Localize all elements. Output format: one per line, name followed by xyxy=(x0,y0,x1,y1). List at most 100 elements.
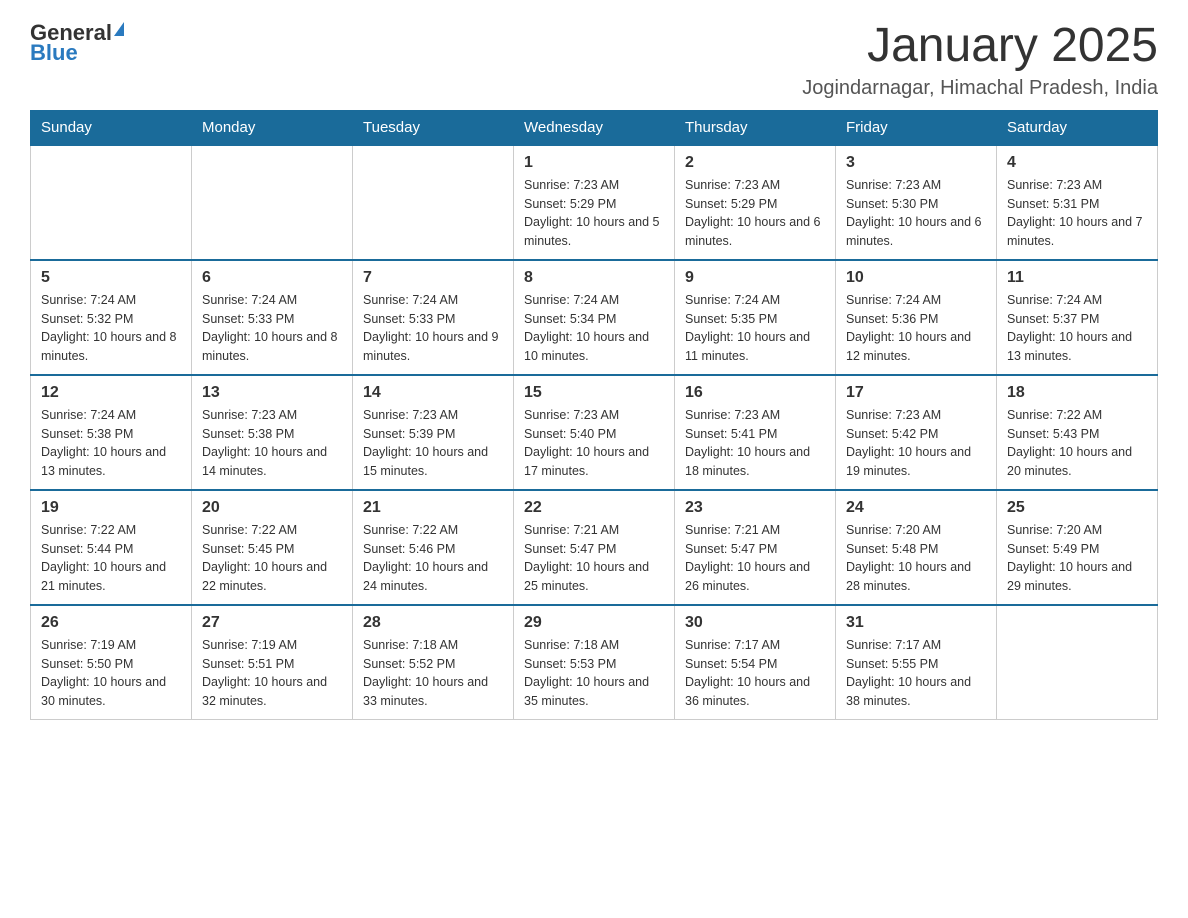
calendar-cell: 3 Sunrise: 7:23 AMSunset: 5:30 PMDaylight… xyxy=(836,145,997,260)
calendar-cell: 19 Sunrise: 7:22 AMSunset: 5:44 PMDayligh… xyxy=(31,490,192,605)
day-info: Sunrise: 7:23 AMSunset: 5:38 PMDaylight:… xyxy=(202,406,342,481)
day-info: Sunrise: 7:23 AMSunset: 5:39 PMDaylight:… xyxy=(363,406,503,481)
day-number: 20 xyxy=(202,499,342,517)
calendar-header-row: SundayMondayTuesdayWednesdayThursdayFrid… xyxy=(31,110,1158,145)
day-info: Sunrise: 7:24 AMSunset: 5:33 PMDaylight:… xyxy=(202,291,342,366)
calendar-header-wednesday: Wednesday xyxy=(514,110,675,145)
day-info: Sunrise: 7:23 AMSunset: 5:31 PMDaylight:… xyxy=(1007,176,1147,251)
calendar-cell: 20 Sunrise: 7:22 AMSunset: 5:45 PMDayligh… xyxy=(192,490,353,605)
calendar-cell: 9Sunrise: 7:24 AMSunset: 5:35 PMDaylight… xyxy=(675,260,836,375)
calendar-cell xyxy=(353,145,514,260)
calendar-cell: 30Sunrise: 7:17 AMSunset: 5:54 PMDayligh… xyxy=(675,605,836,720)
day-number: 13 xyxy=(202,384,342,402)
calendar-cell: 6Sunrise: 7:24 AMSunset: 5:33 PMDaylight… xyxy=(192,260,353,375)
page-header: General Blue January 2025 Jogindarnagar,… xyxy=(30,20,1158,100)
day-number: 14 xyxy=(363,384,503,402)
day-info: Sunrise: 7:24 AMSunset: 5:37 PMDaylight:… xyxy=(1007,291,1147,366)
calendar-cell: 11Sunrise: 7:24 AMSunset: 5:37 PMDayligh… xyxy=(997,260,1158,375)
calendar-cell: 10 Sunrise: 7:24 AMSunset: 5:36 PMDayligh… xyxy=(836,260,997,375)
month-title: January 2025 xyxy=(802,20,1158,73)
day-number: 15 xyxy=(524,384,664,402)
calendar-cell: 14 Sunrise: 7:23 AMSunset: 5:39 PMDayligh… xyxy=(353,375,514,490)
day-number: 3 xyxy=(846,154,986,172)
day-info: Sunrise: 7:24 AMSunset: 5:35 PMDaylight:… xyxy=(685,291,825,366)
calendar-cell: 29 Sunrise: 7:18 AMSunset: 5:53 PMDayligh… xyxy=(514,605,675,720)
day-info: Sunrise: 7:22 AMSunset: 5:43 PMDaylight:… xyxy=(1007,406,1147,481)
calendar-header-friday: Friday xyxy=(836,110,997,145)
day-info: Sunrise: 7:22 AMSunset: 5:45 PMDaylight:… xyxy=(202,521,342,596)
day-number: 16 xyxy=(685,384,825,402)
day-number: 25 xyxy=(1007,499,1147,517)
calendar-cell: 12 Sunrise: 7:24 AMSunset: 5:38 PMDayligh… xyxy=(31,375,192,490)
calendar-header-tuesday: Tuesday xyxy=(353,110,514,145)
calendar-table: SundayMondayTuesdayWednesdayThursdayFrid… xyxy=(30,110,1158,720)
calendar-week-row: 26 Sunrise: 7:19 AMSunset: 5:50 PMDayligh… xyxy=(31,605,1158,720)
calendar-cell: 24 Sunrise: 7:20 AMSunset: 5:48 PMDayligh… xyxy=(836,490,997,605)
calendar-header-monday: Monday xyxy=(192,110,353,145)
day-info: Sunrise: 7:22 AMSunset: 5:46 PMDaylight:… xyxy=(363,521,503,596)
day-number: 12 xyxy=(41,384,181,402)
day-number: 21 xyxy=(363,499,503,517)
day-number: 29 xyxy=(524,614,664,632)
day-info: Sunrise: 7:24 AMSunset: 5:33 PMDaylight:… xyxy=(363,291,503,366)
day-info: Sunrise: 7:21 AMSunset: 5:47 PMDaylight:… xyxy=(685,521,825,596)
logo-triangle-icon xyxy=(114,22,124,36)
calendar-cell: 2 Sunrise: 7:23 AMSunset: 5:29 PMDaylight… xyxy=(675,145,836,260)
day-number: 30 xyxy=(685,614,825,632)
calendar-cell: 26 Sunrise: 7:19 AMSunset: 5:50 PMDayligh… xyxy=(31,605,192,720)
calendar-header-saturday: Saturday xyxy=(997,110,1158,145)
day-number: 5 xyxy=(41,269,181,287)
calendar-cell: 25 Sunrise: 7:20 AMSunset: 5:49 PMDayligh… xyxy=(997,490,1158,605)
day-info: Sunrise: 7:24 AMSunset: 5:32 PMDaylight:… xyxy=(41,291,181,366)
day-number: 24 xyxy=(846,499,986,517)
logo: General Blue xyxy=(30,20,124,66)
calendar-week-row: 12 Sunrise: 7:24 AMSunset: 5:38 PMDayligh… xyxy=(31,375,1158,490)
calendar-cell: 8 Sunrise: 7:24 AMSunset: 5:34 PMDaylight… xyxy=(514,260,675,375)
day-number: 26 xyxy=(41,614,181,632)
day-number: 17 xyxy=(846,384,986,402)
day-info: Sunrise: 7:18 AMSunset: 5:53 PMDaylight:… xyxy=(524,636,664,711)
calendar-week-row: 5 Sunrise: 7:24 AMSunset: 5:32 PMDaylight… xyxy=(31,260,1158,375)
logo-blue-text: Blue xyxy=(30,40,78,66)
calendar-cell: 31Sunrise: 7:17 AMSunset: 5:55 PMDayligh… xyxy=(836,605,997,720)
calendar-cell: 27Sunrise: 7:19 AMSunset: 5:51 PMDayligh… xyxy=(192,605,353,720)
day-number: 18 xyxy=(1007,384,1147,402)
day-number: 1 xyxy=(524,154,664,172)
calendar-cell: 15 Sunrise: 7:23 AMSunset: 5:40 PMDayligh… xyxy=(514,375,675,490)
calendar-cell: 23Sunrise: 7:21 AMSunset: 5:47 PMDayligh… xyxy=(675,490,836,605)
day-info: Sunrise: 7:19 AMSunset: 5:51 PMDaylight:… xyxy=(202,636,342,711)
day-info: Sunrise: 7:20 AMSunset: 5:48 PMDaylight:… xyxy=(846,521,986,596)
day-info: Sunrise: 7:23 AMSunset: 5:40 PMDaylight:… xyxy=(524,406,664,481)
calendar-week-row: 1 Sunrise: 7:23 AMSunset: 5:29 PMDaylight… xyxy=(31,145,1158,260)
calendar-cell: 4 Sunrise: 7:23 AMSunset: 5:31 PMDaylight… xyxy=(997,145,1158,260)
day-info: Sunrise: 7:23 AMSunset: 5:42 PMDaylight:… xyxy=(846,406,986,481)
calendar-cell: 21 Sunrise: 7:22 AMSunset: 5:46 PMDayligh… xyxy=(353,490,514,605)
day-info: Sunrise: 7:23 AMSunset: 5:30 PMDaylight:… xyxy=(846,176,986,251)
day-number: 8 xyxy=(524,269,664,287)
day-number: 4 xyxy=(1007,154,1147,172)
calendar-cell: 16Sunrise: 7:23 AMSunset: 5:41 PMDayligh… xyxy=(675,375,836,490)
calendar-cell: 7 Sunrise: 7:24 AMSunset: 5:33 PMDaylight… xyxy=(353,260,514,375)
day-info: Sunrise: 7:20 AMSunset: 5:49 PMDaylight:… xyxy=(1007,521,1147,596)
calendar-cell xyxy=(192,145,353,260)
day-info: Sunrise: 7:24 AMSunset: 5:36 PMDaylight:… xyxy=(846,291,986,366)
day-number: 22 xyxy=(524,499,664,517)
day-number: 2 xyxy=(685,154,825,172)
day-info: Sunrise: 7:23 AMSunset: 5:29 PMDaylight:… xyxy=(685,176,825,251)
title-area: January 2025 Jogindarnagar, Himachal Pra… xyxy=(802,20,1158,100)
calendar-cell xyxy=(997,605,1158,720)
day-info: Sunrise: 7:24 AMSunset: 5:38 PMDaylight:… xyxy=(41,406,181,481)
day-info: Sunrise: 7:24 AMSunset: 5:34 PMDaylight:… xyxy=(524,291,664,366)
day-info: Sunrise: 7:22 AMSunset: 5:44 PMDaylight:… xyxy=(41,521,181,596)
day-number: 10 xyxy=(846,269,986,287)
calendar-header-sunday: Sunday xyxy=(31,110,192,145)
day-info: Sunrise: 7:21 AMSunset: 5:47 PMDaylight:… xyxy=(524,521,664,596)
location-title: Jogindarnagar, Himachal Pradesh, India xyxy=(802,77,1158,100)
day-number: 7 xyxy=(363,269,503,287)
calendar-cell: 1 Sunrise: 7:23 AMSunset: 5:29 PMDaylight… xyxy=(514,145,675,260)
day-number: 19 xyxy=(41,499,181,517)
day-info: Sunrise: 7:23 AMSunset: 5:29 PMDaylight:… xyxy=(524,176,664,251)
day-number: 31 xyxy=(846,614,986,632)
day-info: Sunrise: 7:19 AMSunset: 5:50 PMDaylight:… xyxy=(41,636,181,711)
calendar-cell: 18 Sunrise: 7:22 AMSunset: 5:43 PMDayligh… xyxy=(997,375,1158,490)
